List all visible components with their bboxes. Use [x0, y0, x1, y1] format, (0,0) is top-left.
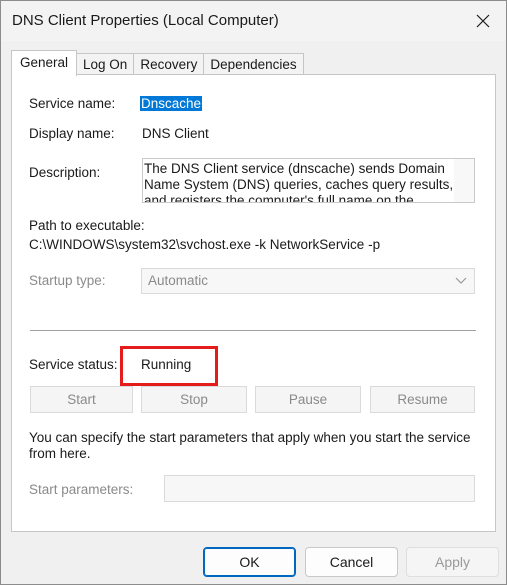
tab-dependencies[interactable]: Dependencies — [203, 53, 304, 75]
divider — [30, 330, 476, 331]
startup-type-label: Startup type: — [29, 273, 106, 288]
close-icon — [476, 14, 490, 28]
description-label: Description: — [29, 165, 101, 180]
path-value[interactable]: C:\WINDOWS\system32\svchost.exe -k Netwo… — [29, 237, 380, 252]
cancel-button-label: Cancel — [329, 554, 374, 570]
hint-text-line2: from here. — [29, 446, 91, 461]
pause-button-label: Pause — [288, 392, 328, 407]
display-name-value[interactable]: DNS Client — [142, 126, 209, 141]
window-title: DNS Client Properties (Local Computer) — [12, 12, 279, 29]
hint-text-line1: You can specify the start parameters tha… — [29, 430, 471, 445]
tab-log-on[interactable]: Log On — [76, 53, 135, 75]
start-params-label: Start parameters: — [29, 482, 134, 497]
tab-strip: General Log On Recovery Dependencies — [11, 49, 304, 76]
description-scrollbar[interactable] — [454, 159, 474, 202]
ok-button[interactable]: OK — [203, 547, 296, 577]
description-text: The DNS Client service (dnscache) sends … — [144, 161, 454, 203]
cancel-button[interactable]: Cancel — [305, 547, 398, 577]
stop-button-label: Stop — [180, 392, 208, 407]
start-button[interactable]: Start — [30, 386, 133, 413]
path-label: Path to executable: — [29, 218, 145, 233]
service-name-text: Dnscache — [140, 96, 203, 111]
tab-recovery[interactable]: Recovery — [133, 53, 205, 75]
start-button-label: Start — [67, 392, 96, 407]
start-params-input[interactable] — [164, 475, 475, 502]
startup-type-select[interactable]: Automatic — [141, 268, 475, 294]
properties-dialog: DNS Client Properties (Local Computer) G… — [0, 0, 507, 585]
pause-button[interactable]: Pause — [255, 386, 361, 413]
description-box[interactable]: The DNS Client service (dnscache) sends … — [142, 158, 475, 203]
status-highlight-box — [120, 346, 218, 386]
resume-button[interactable]: Resume — [370, 386, 475, 413]
stop-button[interactable]: Stop — [141, 386, 247, 413]
chevron-down-icon — [455, 277, 467, 284]
tab-general[interactable]: General — [11, 50, 78, 76]
apply-button-label: Apply — [434, 554, 471, 570]
service-status-label: Service status: — [29, 357, 118, 372]
service-name-label: Service name: — [29, 96, 116, 111]
startup-type-value: Automatic — [148, 273, 209, 288]
service-name-value[interactable]: Dnscache — [140, 96, 203, 111]
resume-button-label: Resume — [397, 392, 448, 407]
close-button[interactable] — [460, 1, 506, 41]
display-name-label: Display name: — [29, 126, 115, 141]
apply-button[interactable]: Apply — [406, 547, 499, 577]
ok-button-label: OK — [239, 554, 260, 570]
title-bar: DNS Client Properties (Local Computer) — [1, 1, 506, 41]
general-panel: Service name: Dnscache Display name: DNS… — [11, 74, 496, 532]
